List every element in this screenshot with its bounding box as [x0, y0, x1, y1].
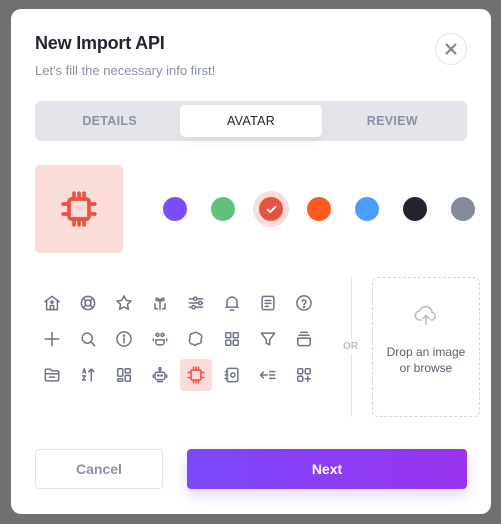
- layout-icon: [114, 365, 134, 385]
- icon-option-document[interactable]: [252, 287, 284, 319]
- dropzone-line-1: Drop an image: [386, 345, 466, 359]
- tab-review[interactable]: REVIEW: [322, 105, 463, 137]
- color-swatch-orange[interactable]: [307, 197, 331, 221]
- home-icon: [42, 293, 62, 313]
- icon-option-lifebuoy[interactable]: [72, 287, 104, 319]
- icon-option-filter[interactable]: [252, 323, 284, 355]
- modal-subtitle: Let's fill the necessary info first!: [35, 63, 216, 78]
- next-button[interactable]: Next: [187, 449, 467, 489]
- tab-details[interactable]: DETAILS: [39, 105, 180, 137]
- step-tabs: DETAILS AVATAR REVIEW: [35, 101, 467, 141]
- lifebuoy-icon: [78, 293, 98, 313]
- image-dropzone[interactable]: Drop an image or browse: [372, 277, 480, 417]
- color-swatch-black[interactable]: [403, 197, 427, 221]
- cancel-button[interactable]: Cancel: [35, 449, 163, 489]
- robot-icon: [150, 365, 170, 385]
- close-icon: [445, 43, 457, 55]
- icon-option-notebook[interactable]: [216, 359, 248, 391]
- icon-option-folder[interactable]: [36, 359, 68, 391]
- icon-option-sort-az[interactable]: [72, 359, 104, 391]
- icon-option-plus[interactable]: [36, 323, 68, 355]
- icon-option-settings-blob[interactable]: [180, 323, 212, 355]
- browse-link[interactable]: or browse: [387, 360, 466, 376]
- icon-option-grid-plus[interactable]: [288, 359, 320, 391]
- check-icon: [266, 205, 277, 214]
- dropzone-text: Drop an image or browse: [387, 344, 466, 376]
- icon-option-users[interactable]: [144, 323, 176, 355]
- users-icon: [150, 329, 170, 349]
- sort-az-icon: [78, 365, 98, 385]
- tab-avatar[interactable]: AVATAR: [180, 105, 322, 137]
- icon-option-bell[interactable]: [216, 287, 248, 319]
- star-icon: [114, 293, 134, 313]
- color-swatch-blue[interactable]: [355, 197, 379, 221]
- icon-option-layout[interactable]: [108, 359, 140, 391]
- color-swatch-green[interactable]: [211, 197, 235, 221]
- plus-icon: [42, 329, 62, 349]
- icon-option-grid[interactable]: [216, 323, 248, 355]
- color-swatch-gray[interactable]: [451, 197, 475, 221]
- icon-option-robot[interactable]: [144, 359, 176, 391]
- inbox-stack-icon: [294, 329, 314, 349]
- arrow-left-list-icon: [258, 365, 278, 385]
- icon-option-cpu[interactable]: [180, 359, 212, 391]
- help-circle-icon: [294, 293, 314, 313]
- icon-option-help-circle[interactable]: [288, 287, 320, 319]
- color-swatch-red[interactable]: [253, 191, 289, 227]
- avatar-preview: [35, 165, 123, 253]
- bell-icon: [222, 293, 242, 313]
- swatch-fill: [259, 197, 283, 221]
- sliders-icon: [186, 293, 206, 313]
- grid-icon: [222, 329, 242, 349]
- document-icon: [258, 293, 278, 313]
- cloud-upload-icon: [414, 304, 438, 326]
- cpu-icon: [59, 189, 99, 229]
- filter-icon: [258, 329, 278, 349]
- icon-option-search[interactable]: [72, 323, 104, 355]
- search-icon: [78, 329, 98, 349]
- icon-option-home[interactable]: [36, 287, 68, 319]
- import-api-modal: New Import API Let's fill the necessary …: [11, 9, 491, 514]
- cpu-icon: [186, 365, 206, 385]
- icon-option-inbox-stack[interactable]: [288, 323, 320, 355]
- settings-blob-icon: [186, 329, 206, 349]
- icon-option-sliders[interactable]: [180, 287, 212, 319]
- icon-option-info[interactable]: [108, 323, 140, 355]
- icon-option-arrow-left-list[interactable]: [252, 359, 284, 391]
- grid-plus-icon: [294, 365, 314, 385]
- info-icon: [114, 329, 134, 349]
- color-swatch-purple[interactable]: [163, 197, 187, 221]
- or-separator: OR: [343, 339, 358, 354]
- close-button[interactable]: [435, 33, 467, 65]
- folder-icon: [42, 365, 62, 385]
- modal-title: New Import API: [35, 33, 165, 53]
- icon-option-gift[interactable]: [144, 287, 176, 319]
- gift-icon: [150, 293, 170, 313]
- notebook-icon: [222, 365, 242, 385]
- icon-option-star[interactable]: [108, 287, 140, 319]
